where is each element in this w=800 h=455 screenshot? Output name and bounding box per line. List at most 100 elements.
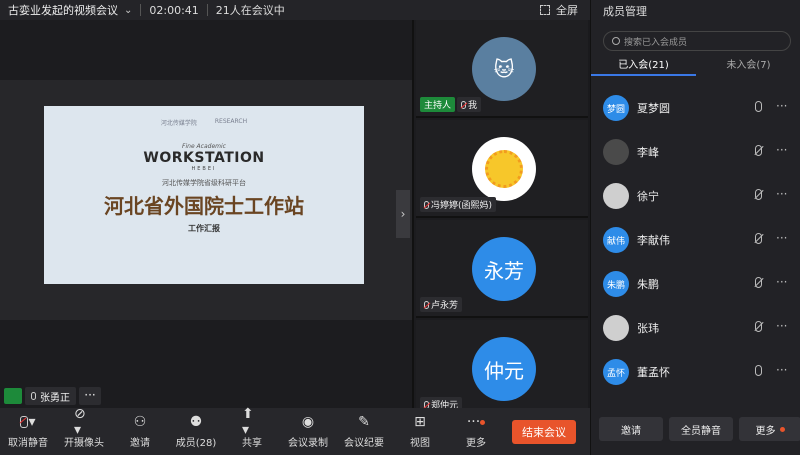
mic-muted-icon[interactable] [755,321,762,335]
host-badge: 主持人 [420,97,456,112]
active-speaker-tag: 张勇正 ··· [4,387,101,405]
unmute-button[interactable]: ▾ 取消静音 [0,408,56,455]
sun-avatar-icon [472,137,536,201]
slide-ws-small: HEBEI [191,166,217,172]
video-tile[interactable]: 仲元 郑仲元 [416,320,588,412]
list-item[interactable]: 李峰 ··· [591,130,800,174]
mute-all-button[interactable]: 全员静音 [669,417,733,441]
collapse-video-button[interactable]: › [396,190,410,238]
mic-muted-icon[interactable] [755,277,762,291]
end-meeting-button[interactable]: 结束会议 [512,419,576,444]
slide-ws-subtitle: Fine Academic [182,143,226,150]
share-button[interactable]: ⬆ ▾ 共享 [224,406,280,455]
minutes-button[interactable]: ✎ 会议纪要 [336,408,392,455]
tile-label: 卢永芳 [420,297,463,312]
tab-not-joined[interactable]: 未入会(7) [696,58,800,76]
camera-button[interactable]: ⊘ ▾ 开摄像头 [56,406,112,455]
shared-slide: 河北传媒学院 RESEARCH Fine Academic WORKSTATIO… [44,106,364,284]
mic-muted-icon[interactable] [755,145,762,159]
video-column: 🐱 主持人 我 冯婷婷(函熙妈) 永芳 卢永芳 仲元 郑仲元 [412,20,588,412]
member-name: 李峰 [637,146,659,159]
mic-muted-icon: ▾ [18,414,38,430]
avatar: 献伟 [603,227,629,253]
members-button[interactable]: ⚉ 成员(28) [168,408,224,455]
avatar: 朱鹏 [603,271,629,297]
search-icon [612,37,620,45]
members-label: 成员(28) [175,438,217,449]
more-dots-icon[interactable]: ··· [776,275,787,289]
tile-name: 我 [457,97,482,112]
tile-name-text: 我 [468,101,478,111]
minutes-label: 会议纪要 [344,438,384,449]
panel-more-button[interactable]: 更多 [739,417,800,441]
chevron-down-icon[interactable]: ⌄ [124,5,132,16]
mic-muted-icon [461,100,467,109]
avatar [603,315,629,341]
list-item[interactable]: 张玮 ··· [591,306,800,350]
view-button[interactable]: ⊞ 视图 [392,408,448,455]
more-dots-icon[interactable]: ··· [776,187,787,201]
more-dots-icon[interactable]: ··· [776,99,787,113]
notification-dot-icon [779,426,785,432]
avatar [603,183,629,209]
mic-muted-icon[interactable] [755,189,762,203]
mic-muted-icon[interactable] [755,233,762,247]
more-dots-icon[interactable]: ··· [776,143,787,157]
member-name: 朱鹏 [637,278,659,291]
list-item[interactable]: 梦圆 夏梦圆 ··· [591,86,800,130]
invite-label: 邀请 [130,438,150,449]
slide-logo-left: 河北传媒学院 [160,120,197,127]
more-button[interactable]: ··· 更多 [448,408,504,455]
more-dots-icon[interactable]: ··· [776,363,787,377]
speaker-more-button[interactable]: ··· [79,387,101,405]
camera-label: 开摄像头 [64,438,104,449]
slide-logos: 河北传媒学院 RESEARCH [161,118,247,127]
text-avatar: 仲元 [472,337,536,401]
fullscreen-button[interactable]: 全屏 [540,2,578,18]
slide-main-title: 河北省外国院士工作站 [104,194,304,218]
list-item[interactable]: 徐宁 ··· [591,174,800,218]
more-dots-icon[interactable]: ··· [776,231,787,245]
more-dots-icon[interactable]: ··· [776,319,787,333]
tab-joined[interactable]: 已入会(21) [591,58,696,76]
invite-button[interactable]: ⚇ 邀请 [112,408,168,455]
member-panel: 成员管理 搜索已入会成员 已入会(21) 未入会(7) 梦圆 夏梦圆 ··· 李… [590,0,800,455]
mic-muted-icon [424,300,429,309]
list-item[interactable]: 朱鹏 朱鹏 ··· [591,262,800,306]
avatar: 孟怀 [603,359,629,385]
member-name: 夏梦圆 [637,102,670,115]
video-tile[interactable]: 🐱 主持人 我 [416,20,588,118]
avatar: 梦圆 [603,95,629,121]
mic-icon[interactable] [755,101,762,115]
slide-logo-right: RESEARCH [214,118,248,125]
record-button[interactable]: ◉ 会议录制 [280,408,336,455]
slide-ws-title: WORKSTATION [143,150,265,166]
member-name: 徐宁 [637,190,659,203]
member-tabs: 已入会(21) 未入会(7) [591,58,800,76]
share-label: 共享 [242,438,262,449]
member-name: 张玮 [637,322,659,335]
mic-icon[interactable] [755,365,762,379]
more-label: 更多 [466,438,486,449]
member-search-input[interactable]: 搜索已入会成员 [603,31,791,51]
participant-count: 21人在会议中 [215,4,285,17]
members-icon: ⚉ [189,414,203,430]
minutes-icon: ✎ [358,414,370,430]
camera-off-icon: ⊘ ▾ [74,406,86,438]
list-item[interactable]: 献伟 李献伟 ··· [591,218,800,262]
slide-report: 工作汇报 [188,224,220,233]
panel-actions: 邀请 全员静音 更多 [591,417,800,441]
record-label: 会议录制 [288,438,328,449]
video-tile[interactable]: 冯婷婷(函熙妈) [416,120,588,218]
record-icon: ◉ [301,414,315,430]
meeting-title[interactable]: 古娈业发起的视频会议 [8,2,118,18]
panel-more-label: 更多 [755,425,776,437]
unmute-label: 取消静音 [8,438,48,449]
grid-view-icon: ⊞ [414,414,426,430]
fullscreen-icon [540,5,550,15]
panel-title: 成员管理 [603,5,647,18]
invite-button[interactable]: 邀请 [599,417,663,441]
list-item[interactable]: 孟怀 董孟怀 ··· [591,350,800,394]
member-name: 董孟怀 [637,366,670,379]
video-tile[interactable]: 永芳 卢永芳 [416,220,588,318]
